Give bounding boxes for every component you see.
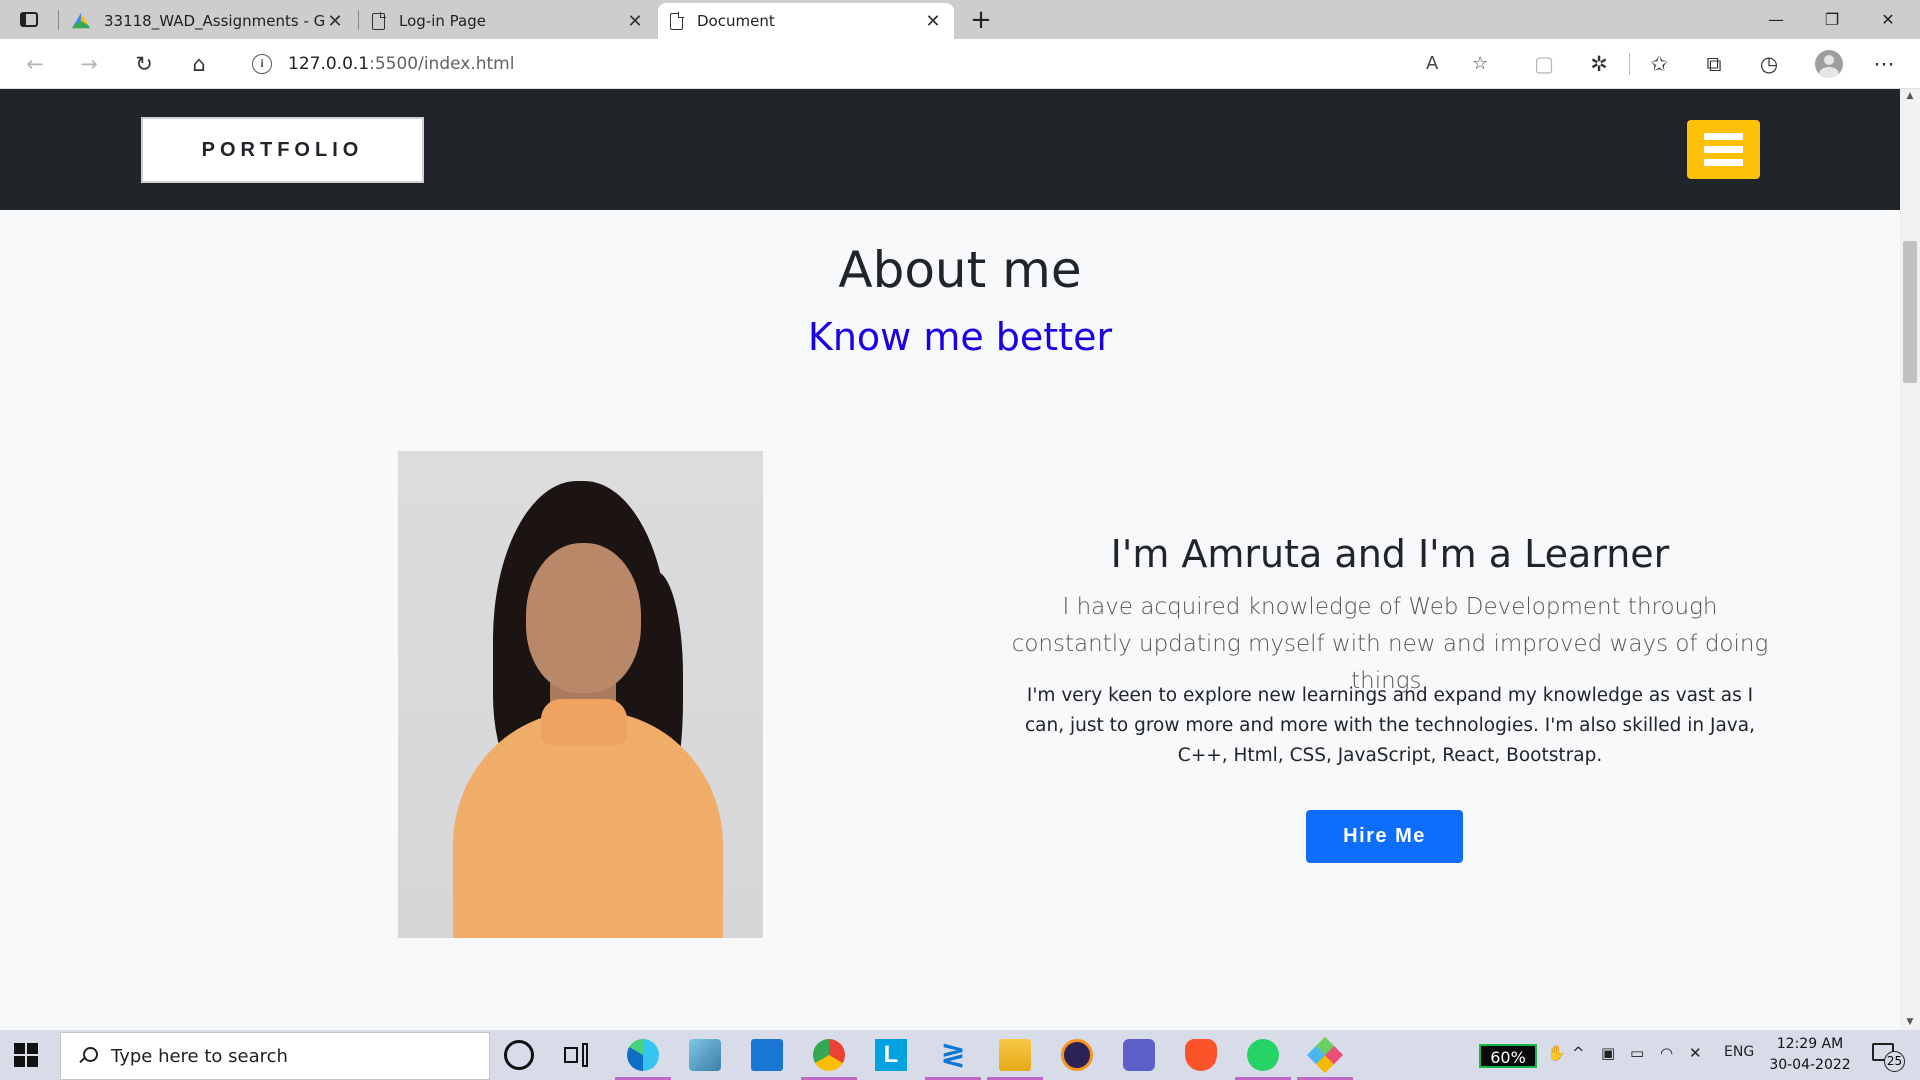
notification-center-icon[interactable]: 25 [1872, 1043, 1905, 1072]
whatsapp-icon[interactable] [1247, 1039, 1279, 1071]
battery-icon[interactable]: ▭ [1630, 1044, 1644, 1062]
tab-actions-icon[interactable] [18, 9, 40, 31]
extension-placeholder-icon[interactable]: ▢ [1528, 48, 1560, 80]
refresh-icon[interactable]: ↻ [128, 48, 160, 80]
favorite-add-icon[interactable]: ☆ [1472, 45, 1488, 83]
more-options-icon[interactable]: ⋯ [1868, 48, 1900, 80]
notification-count: 25 [1884, 1051, 1905, 1072]
file-explorer-icon[interactable] [999, 1039, 1031, 1071]
clock-date: 30-04-2022 [1769, 1057, 1851, 1073]
clock-time: 12:29 AM [1776, 1036, 1844, 1052]
search-icon [79, 1047, 98, 1065]
drive-icon [72, 12, 90, 29]
tab-assignments[interactable]: 33118_WAD_Assignments - Goo ✕ [60, 3, 356, 39]
language-indicator[interactable]: ENG [1724, 1044, 1754, 1060]
tab-divider [58, 10, 59, 30]
close-icon[interactable]: ✕ [326, 11, 344, 32]
tab-document[interactable]: Document ✕ [658, 3, 954, 39]
taskbar-search[interactable]: Type here to search [60, 1032, 490, 1080]
section-subtitle: Know me better [807, 315, 1113, 359]
address-bar[interactable]: i 127.0.0.1:5500/index.html A ☆ [236, 45, 1506, 83]
vscode-icon[interactable]: ≷ [937, 1039, 969, 1071]
url-text[interactable]: 127.0.0.1:5500/index.html [288, 54, 514, 74]
collections-icon[interactable]: ⧉ [1698, 48, 1730, 80]
scroll-down-icon[interactable]: ▼ [1900, 1017, 1920, 1027]
page-viewport: PORTFOLIO About me Know me better I'm Am… [0, 89, 1900, 1030]
extensions-icon[interactable]: ✲ [1583, 48, 1615, 80]
back-icon[interactable]: ← [19, 48, 51, 80]
profile-photo [398, 451, 763, 938]
volume-muted-icon[interactable]: ✕ [1689, 1044, 1702, 1062]
chrome-icon[interactable] [813, 1039, 845, 1071]
eclipse-icon[interactable] [1061, 1039, 1093, 1071]
profile-avatar-icon[interactable] [1815, 50, 1843, 78]
system-clock[interactable]: 12:29 AM 30-04-2022 [1765, 1034, 1855, 1076]
profile-description: I'm very keen to explore new learnings a… [1025, 685, 1755, 766]
mail-icon[interactable] [751, 1039, 783, 1071]
close-icon[interactable]: ✕ [924, 11, 942, 32]
tab-login-page[interactable]: Log-in Page ✕ [360, 3, 656, 39]
edge-icon[interactable] [627, 1039, 659, 1071]
search-placeholder: Type here to search [111, 1045, 288, 1067]
home-icon[interactable]: ⌂ [183, 48, 215, 80]
os-taskbar: Type here to search L ≷ 60% ✋ ^ ▣ ▭ ◠ ✕ … [0, 1030, 1920, 1080]
new-tab-button[interactable]: + [966, 5, 996, 35]
close-icon[interactable]: ✕ [626, 11, 644, 32]
l-app-icon[interactable]: L [875, 1039, 907, 1071]
minimize-button[interactable]: — [1748, 0, 1804, 39]
task-view-icon[interactable] [564, 1043, 590, 1067]
document-icon [670, 11, 684, 30]
close-window-button[interactable]: ✕ [1860, 0, 1916, 39]
scrollbar-thumb[interactable] [1903, 241, 1917, 383]
vertical-scrollbar[interactable]: ▲ ▼ [1900, 89, 1920, 1030]
read-aloud-icon[interactable]: A [1426, 45, 1438, 83]
photos-app-icon[interactable] [689, 1039, 721, 1071]
history-icon[interactable]: ◷ [1753, 48, 1785, 80]
restore-button[interactable]: ❐ [1804, 0, 1860, 39]
git-app-icon[interactable] [1306, 1036, 1344, 1074]
cortana-icon[interactable] [504, 1040, 534, 1070]
browser-tab-strip: 33118_WAD_Assignments - Goo ✕ Log-in Pag… [0, 0, 1920, 39]
tab-divider [358, 10, 359, 30]
document-icon [372, 11, 386, 30]
toolbar-divider [1629, 53, 1630, 75]
tab-label: Log-in Page [399, 12, 486, 30]
browser-toolbar: ← → ↻ ⌂ i 127.0.0.1:5500/index.html A ☆ … [0, 39, 1920, 89]
favorites-icon[interactable]: ✩ [1643, 48, 1675, 80]
brand-logo[interactable]: PORTFOLIO [141, 117, 424, 183]
menu-bar-icon [1704, 146, 1743, 153]
windows-start-icon[interactable] [14, 1043, 38, 1067]
meet-now-icon[interactable]: ▣ [1601, 1044, 1615, 1062]
touch-icon[interactable]: ✋ [1547, 1044, 1566, 1062]
forward-icon[interactable]: → [73, 48, 105, 80]
profile-heading: I'm Amruta and I'm a Learner [1110, 532, 1670, 576]
hamburger-menu-button[interactable] [1687, 120, 1760, 179]
wifi-icon[interactable]: ◠ [1660, 1044, 1673, 1062]
section-title: About me [838, 241, 1082, 299]
teams-icon[interactable] [1123, 1039, 1155, 1071]
site-navbar: PORTFOLIO [0, 89, 1900, 210]
brave-icon[interactable] [1185, 1039, 1217, 1071]
menu-bar-icon [1704, 133, 1743, 140]
battery-percentage[interactable]: 60% [1479, 1044, 1537, 1068]
tab-label: 33118_WAD_Assignments - Goo [104, 12, 326, 30]
hire-me-button[interactable]: Hire Me [1306, 810, 1463, 863]
tab-label: Document [697, 12, 775, 30]
show-hidden-icons[interactable]: ^ [1572, 1044, 1585, 1062]
menu-bar-icon [1704, 159, 1743, 166]
scroll-up-icon[interactable]: ▲ [1900, 91, 1920, 101]
site-info-icon[interactable]: i [252, 54, 272, 74]
